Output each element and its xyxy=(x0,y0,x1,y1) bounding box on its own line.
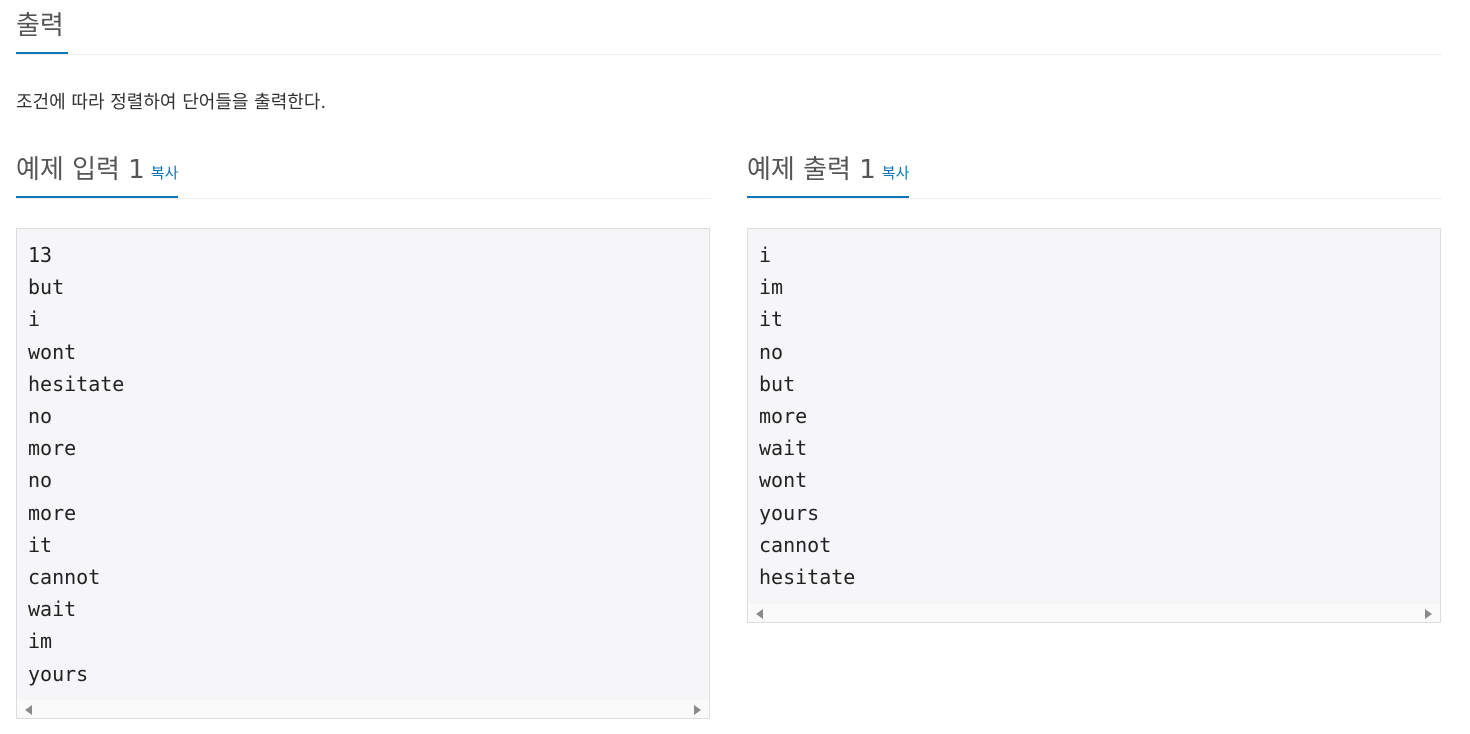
code-line: hesitate xyxy=(28,371,125,396)
code-line: hesitate xyxy=(759,565,856,590)
code-line: yours xyxy=(759,500,820,525)
code-line: no xyxy=(28,404,53,429)
code-line: more xyxy=(759,404,808,429)
code-line: but xyxy=(759,371,796,396)
code-line: wait xyxy=(759,436,808,461)
input-horizontal-scrollbar[interactable] xyxy=(17,700,709,718)
sample-input-text: 13 but i wont hesitate no more no more it cannot wa… xyxy=(17,229,709,690)
output-section-title: 출력 xyxy=(16,8,68,54)
code-line: cannot xyxy=(759,532,832,557)
code-line: i xyxy=(28,307,41,332)
code-line: i xyxy=(759,243,772,267)
sample-input-box[interactable]: 13 but i wont hesitate no more no more it cannot wa… xyxy=(16,228,710,719)
copy-output-button[interactable]: 복사 xyxy=(882,164,910,182)
code-line: no xyxy=(759,339,784,364)
code-line: yours xyxy=(28,661,89,686)
code-line: it xyxy=(28,532,53,557)
code-line: more xyxy=(28,500,77,525)
scroll-left-arrow-icon[interactable] xyxy=(756,609,763,619)
sample-output-header: 예제 출력 1 복사 xyxy=(747,146,1442,199)
code-line: cannot xyxy=(28,565,101,590)
sample-input-title: 예제 입력 1 xyxy=(16,155,145,185)
output-horizontal-scrollbar[interactable] xyxy=(748,604,1440,622)
code-line: but xyxy=(28,275,65,300)
scroll-right-arrow-icon[interactable] xyxy=(1425,609,1432,619)
code-line: 13 xyxy=(28,243,53,267)
code-line: no xyxy=(28,468,53,493)
scroll-right-arrow-icon[interactable] xyxy=(694,705,701,715)
code-line: wont xyxy=(28,339,77,364)
scroll-left-arrow-icon[interactable] xyxy=(25,705,32,715)
code-line: im xyxy=(759,275,784,300)
code-line: wont xyxy=(759,468,808,493)
sample-input-header: 예제 입력 1 복사 xyxy=(16,146,711,199)
copy-input-button[interactable]: 복사 xyxy=(151,164,179,182)
sample-output-text: i im it no but more wait wont yours cannot hesitat… xyxy=(748,229,1440,593)
code-line: more xyxy=(28,436,77,461)
code-line: im xyxy=(28,629,53,654)
sample-output-title: 예제 출력 1 xyxy=(747,155,876,185)
output-section-header: 출력 xyxy=(16,0,1442,55)
code-line: wait xyxy=(28,597,77,622)
sample-output-title-wrap: 예제 출력 1 복사 xyxy=(747,146,910,198)
sample-input-title-wrap: 예제 입력 1 복사 xyxy=(16,146,179,198)
code-line: it xyxy=(759,307,784,332)
output-description: 조건에 따라 정렬하여 단어들을 출력한다. xyxy=(16,92,327,113)
sample-output-box[interactable]: i im it no but more wait wont yours cannot hesitat… xyxy=(747,228,1441,623)
